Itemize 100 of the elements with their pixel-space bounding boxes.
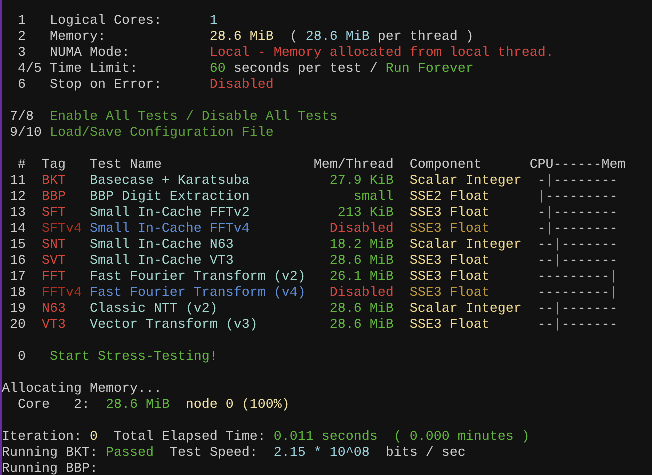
test-memory: small (352, 190, 394, 206)
test-component: SSE3 Float (408, 222, 491, 238)
test-memory: 27.9 KiB (328, 174, 394, 190)
cpu-mem-gauge: ---------| (538, 286, 618, 302)
menu-key: 0 (2, 350, 50, 366)
test-tag: BKT (26, 174, 90, 190)
test-name: Small In-Cache N63 (90, 238, 235, 254)
setting-value: ( (288, 30, 298, 46)
log-text: Passed (106, 446, 154, 462)
log-text: Running BKT: (2, 446, 98, 462)
column-header: Test Name (90, 158, 163, 174)
column-header: Tag (40, 158, 67, 174)
test-memory: 28.6 MiB (328, 302, 394, 318)
test-tag: SFTv4 (26, 222, 90, 238)
test-number: 19 (8, 302, 26, 318)
test-component: SSE3 Float (408, 318, 491, 334)
test-number: 13 (8, 206, 26, 222)
setting-label: Time Limit: (50, 62, 139, 78)
test-name: Small In-Cache FFTv4 (90, 222, 251, 238)
test-number: 16 (8, 254, 26, 270)
test-component: SSE2 Float (408, 190, 491, 206)
test-name: Vector Transform (v3) (90, 318, 259, 334)
menu-key: 6 (2, 78, 50, 94)
setting-value: seconds per test / (234, 62, 378, 78)
test-component: SSE3 Float (408, 254, 491, 270)
test-name: Classic NTT (v2) (90, 302, 219, 318)
menu-action: Start Stress-Testing! (50, 350, 218, 366)
log-text: node 0 (100%) (184, 398, 290, 414)
test-tag: SNT (26, 238, 90, 254)
test-memory: 28.6 MiB (328, 318, 394, 334)
setting-value: per thread ) (378, 30, 474, 46)
log-text: Core 2: (16, 398, 90, 414)
test-tag: VT3 (26, 318, 90, 334)
setting-label: Memory: (50, 30, 107, 46)
test-memory: 213 KiB (336, 206, 394, 222)
menu-key: 3 (2, 46, 50, 62)
setting-value: 28.6 MiB (210, 30, 274, 46)
column-header: CPU------Mem (530, 158, 626, 174)
test-tag: BBP (26, 190, 90, 206)
menu-key: 4/5 (2, 62, 50, 78)
test-number: 15 (8, 238, 26, 254)
test-memory: Disabled (328, 222, 394, 238)
setting-value: Disabled (210, 78, 274, 94)
menu-key: 7/8 (2, 110, 50, 126)
setting-label: Stop on Error: (50, 78, 163, 94)
test-memory: Disabled (328, 286, 394, 302)
log-text: 2.15 * 10^08 (274, 446, 370, 462)
column-header: Mem/Thread (314, 158, 394, 174)
menu-key: 1 (2, 14, 50, 30)
test-memory: 18.2 MiB (328, 238, 394, 254)
column-header: Component (408, 158, 483, 174)
test-memory: 28.6 MiB (328, 254, 394, 270)
log-text: Running BBP: (2, 462, 98, 475)
setting-value: 28.6 MiB (306, 30, 370, 46)
test-name: Fast Fourier Transform (v2) (90, 270, 307, 286)
column-header: # (16, 158, 26, 174)
log-text: 0 (90, 430, 98, 446)
test-number: 14 (8, 222, 26, 238)
test-component: Scalar Integer (408, 174, 523, 190)
test-number: 20 (8, 318, 26, 334)
test-name: Small In-Cache VT3 (90, 254, 235, 270)
test-number: 18 (8, 286, 26, 302)
cpu-mem-gauge: --|------- (538, 302, 618, 318)
setting-label: NUMA Mode: (50, 46, 131, 62)
cpu-mem-gauge: -|-------- (538, 222, 618, 238)
test-tag: FFTv4 (26, 286, 90, 302)
test-component: SSE3 Float (408, 270, 491, 286)
test-name: Small In-Cache FFTv2 (90, 206, 251, 222)
test-tag: N63 (26, 302, 90, 318)
test-component: SSE3 Float (408, 286, 491, 302)
log-text: 0.011 seconds ( 0.000 minutes ) (274, 430, 530, 446)
test-component: Scalar Integer (408, 302, 523, 318)
log-text: 28.6 MiB (104, 398, 170, 414)
test-number: 12 (8, 190, 26, 206)
cpu-mem-gauge: --|------- (538, 318, 618, 334)
test-component: SSE3 Float (408, 206, 491, 222)
log-text: Test Speed: (168, 446, 259, 462)
cpu-mem-gauge: -|-------- (538, 174, 618, 190)
cpu-mem-gauge: ---------| (538, 270, 618, 286)
test-tag: SFT (26, 206, 90, 222)
log-text: Allocating Memory... (2, 382, 162, 398)
menu-action: Load/Save Configuration File (50, 126, 274, 142)
setting-value: 60 (210, 62, 226, 78)
test-tag: FFT (26, 270, 90, 286)
test-number: 11 (8, 174, 26, 190)
setting-value: Run Forever (386, 62, 474, 78)
cpu-mem-gauge: -|-------- (538, 206, 618, 222)
test-name: Basecase + Karatsuba (90, 174, 251, 190)
test-number: 17 (8, 270, 26, 286)
test-name: Fast Fourier Transform (v4) (90, 286, 307, 302)
setting-label: Logical Cores: (50, 14, 163, 30)
cpu-mem-gauge: |--------- (538, 190, 618, 206)
test-name: BBP Digit Extraction (90, 190, 251, 206)
test-component: Scalar Integer (408, 238, 523, 254)
menu-action: Enable All Tests / Disable All Tests (50, 110, 338, 126)
setting-value: Local - Memory allocated from local thread. (210, 46, 554, 62)
test-memory: 26.1 MiB (328, 270, 394, 286)
cpu-mem-gauge: --|------- (538, 254, 618, 270)
cpu-mem-gauge: --|------- (538, 238, 618, 254)
test-tag: SVT (26, 254, 90, 270)
